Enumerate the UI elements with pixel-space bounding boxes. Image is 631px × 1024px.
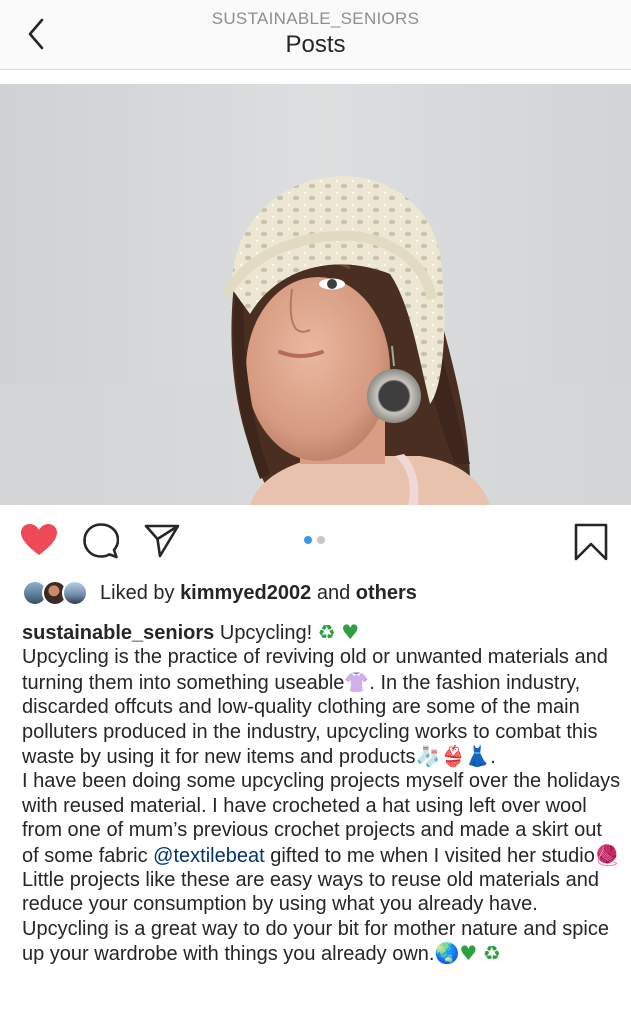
earth-icon: 🌏 [434, 941, 460, 966]
caption-username[interactable]: sustainable_seniors [22, 622, 214, 644]
green-heart-icon: ♥ [341, 620, 360, 644]
carousel-dot [317, 536, 325, 544]
post-photo[interactable] [0, 84, 631, 505]
recycle-icon: ♻ [482, 941, 501, 966]
likes-prefix: Liked by [100, 582, 181, 604]
share-icon [144, 524, 180, 558]
caption-paragraph-2: I have been doing some upcycling project… [22, 769, 622, 966]
page-title: Posts [285, 31, 346, 58]
mention-link[interactable]: @textilebeat [153, 845, 264, 867]
post-image [0, 84, 631, 505]
account-name: SUSTAINABLE_SENIORS [211, 9, 420, 28]
liker-username[interactable]: kimmyed2002 [180, 582, 311, 604]
shirt-icon: 👚 [344, 669, 370, 694]
comment-button[interactable] [83, 523, 120, 564]
comment-icon [83, 523, 120, 559]
caption-paragraph-1: Upcycling is the practice of reviving ol… [22, 645, 622, 769]
recycle-icon: ♻ [317, 620, 336, 644]
caption-heading-text: Upcycling! [214, 622, 318, 644]
carousel-dot-active [304, 536, 312, 544]
carousel-indicator [304, 536, 328, 546]
heart-icon [21, 524, 57, 555]
likes-row[interactable]: Liked by kimmyed2002 and others [22, 578, 622, 608]
save-button[interactable] [574, 523, 608, 566]
caption-text: . [490, 746, 496, 769]
top-bar: SUSTAINABLE_SENIORS Posts [0, 0, 631, 70]
sock-icon: 🧦 [415, 744, 441, 769]
green-heart-icon: ♥ [459, 941, 478, 966]
avatar [62, 580, 88, 606]
yarn-icon: 🧶 [594, 842, 620, 867]
bikini-icon: 👙 [440, 744, 466, 769]
caption-heading: sustainable_seniors Upcycling! ♻ ♥ [22, 620, 622, 645]
dress-icon: 👗 [465, 744, 491, 769]
like-button[interactable] [20, 523, 58, 562]
caption-text: gifted to me when I visited her studio [264, 844, 595, 867]
likes-middle: and [311, 582, 356, 604]
bookmark-icon [574, 523, 608, 561]
action-bar [0, 505, 631, 575]
likes-text: Liked by kimmyed2002 and others [100, 582, 417, 605]
share-button[interactable] [144, 523, 180, 564]
post-caption: sustainable_seniors Upcycling! ♻ ♥ Upcyc… [22, 620, 622, 967]
liker-avatars [22, 580, 92, 608]
caption-text: Little projects like these are easy ways… [22, 869, 609, 966]
likes-others[interactable]: others [356, 582, 417, 604]
